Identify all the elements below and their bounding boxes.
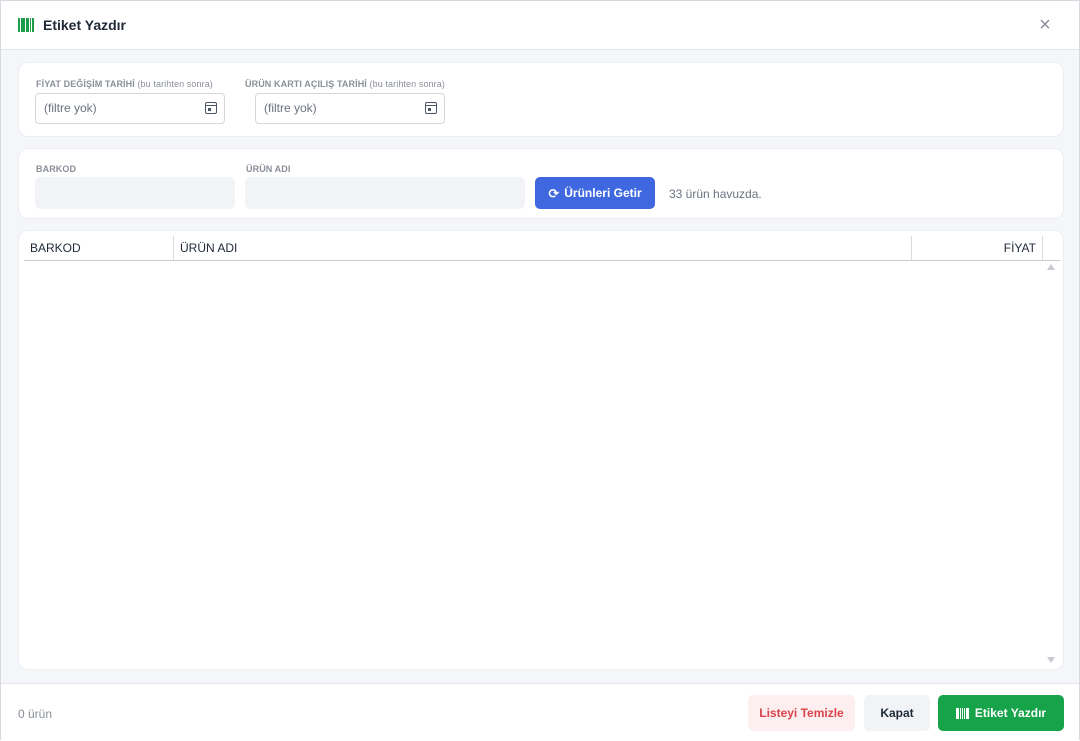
calendar-icon[interactable] [425, 102, 437, 114]
barcode-icon [955, 707, 969, 719]
print-labels-label: Etiket Yazdır [974, 706, 1047, 720]
product-count: 0 ürün [18, 707, 53, 721]
close-icon[interactable]: × [1035, 14, 1055, 36]
scroll-down-arrow[interactable] [1047, 657, 1055, 663]
refresh-icon: ⟳ [548, 185, 560, 201]
dialog-footer: 0 ürün Listeyi Temizle Kapat Etiket Yazd… [1, 683, 1079, 741]
card-open-date-label: ÜRÜN KARTI AÇILIŞ TARİHİ (bu tarihten so… [245, 79, 445, 89]
dialog-title: Etiket Yazdır [43, 17, 127, 33]
clear-list-button[interactable]: Listeyi Temizle [748, 695, 855, 731]
column-header-product-name[interactable]: ÜRÜN ADI [174, 236, 912, 261]
price-change-date-label: FİYAT DEĞİŞİM TARİHİ (bu tarihten sonra) [36, 79, 213, 89]
fetch-products-button[interactable]: ⟳ Ürünleri Getir [535, 177, 655, 209]
products-table-card: BARKOD ÜRÜN ADI FİYAT [18, 230, 1064, 670]
price-change-date-value: (filtre yok) [44, 101, 97, 115]
column-header-price[interactable]: FİYAT [912, 236, 1043, 261]
search-card: BARKOD ÜRÜN ADI ⟳ Ürünleri Getir 33 ürün… [18, 148, 1064, 219]
column-header-barcode[interactable]: BARKOD [24, 236, 174, 261]
barcode-input[interactable] [35, 177, 235, 209]
product-name-input[interactable] [245, 177, 525, 209]
label-print-dialog: Etiket Yazdır × FİYAT DEĞİŞİM TARİHİ (bu… [0, 0, 1080, 741]
scroll-up-arrow[interactable] [1047, 264, 1055, 270]
dialog-titlebar: Etiket Yazdır × [1, 1, 1079, 50]
card-open-date-input[interactable]: (filtre yok) [255, 93, 445, 124]
barcode-icon [18, 18, 34, 32]
product-name-label: ÜRÜN ADI [246, 164, 291, 174]
pool-status-text: 33 ürün havuzda. [669, 187, 762, 201]
fetch-products-label: Ürünleri Getir [564, 186, 642, 200]
price-change-date-input[interactable]: (filtre yok) [35, 93, 225, 124]
close-button[interactable]: Kapat [864, 695, 930, 731]
print-labels-button[interactable]: Etiket Yazdır [938, 695, 1064, 731]
card-open-date-value: (filtre yok) [264, 101, 317, 115]
date-filter-card: FİYAT DEĞİŞİM TARİHİ (bu tarihten sonra)… [18, 62, 1064, 137]
calendar-icon[interactable] [205, 102, 217, 114]
barcode-label: BARKOD [36, 164, 77, 174]
table-header: BARKOD ÜRÜN ADI FİYAT [24, 236, 1060, 261]
